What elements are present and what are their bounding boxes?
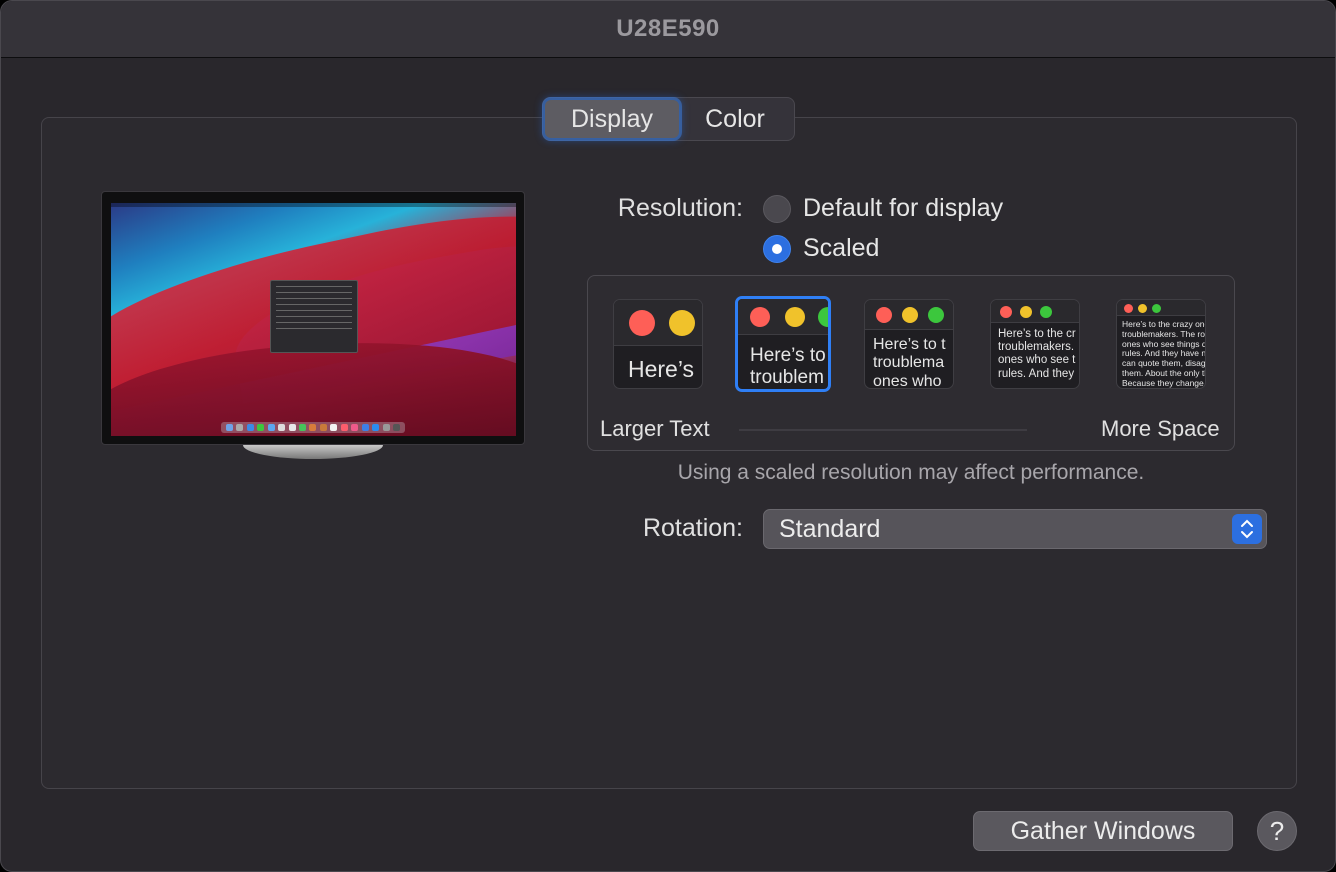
thumb-text: Here’s to troublem: [750, 345, 826, 388]
minimize-dot-icon: [669, 310, 695, 336]
scale-track: [739, 429, 1027, 431]
rotation-label: Rotation:: [642, 514, 743, 542]
close-dot-icon: [750, 307, 770, 327]
radio-default-for-display[interactable]: Default for display: [763, 194, 1003, 223]
close-dot-icon: [1000, 306, 1012, 318]
more-space-label: More Space: [1101, 416, 1220, 441]
zoom-dot-icon: [1152, 304, 1161, 313]
radio-label: Default for display: [803, 194, 1004, 222]
radio-scaled[interactable]: Scaled: [763, 234, 879, 263]
mini-dock: [221, 422, 405, 433]
minimize-dot-icon: [902, 307, 918, 323]
minimize-dot-icon: [1020, 306, 1032, 318]
minimize-dot-icon: [1138, 304, 1147, 313]
thumb-text: Here’s: [628, 356, 695, 382]
preferences-window: U28E590 Display Color Resolution: Defaul…: [0, 0, 1336, 872]
scaled-option-3[interactable]: Here’s to t troublema ones who: [864, 299, 954, 389]
zoom-dot-icon: [928, 307, 944, 323]
help-button[interactable]: ?: [1257, 811, 1297, 851]
radio-label: Scaled: [803, 234, 880, 262]
minimize-dot-icon: [785, 307, 805, 327]
gather-windows-button[interactable]: Gather Windows: [973, 811, 1233, 851]
larger-text-label: Larger Text: [600, 416, 710, 441]
resolution-label: Resolution:: [617, 194, 743, 222]
window-title: U28E590: [616, 15, 720, 42]
scaled-option-2-selected[interactable]: Here’s to troublem: [735, 296, 831, 392]
tab-display[interactable]: Display: [545, 100, 679, 138]
radio-button[interactable]: [763, 194, 791, 223]
thumb-text: Here’s to t troublema ones who: [873, 336, 946, 389]
close-dot-icon: [1124, 304, 1133, 313]
desktop-wallpaper: [111, 203, 516, 436]
rotation-value: Standard: [779, 514, 881, 543]
rotation-select[interactable]: Standard: [763, 509, 1267, 549]
mini-window: [270, 280, 358, 353]
tab-color[interactable]: Color: [679, 100, 791, 138]
zoom-dot-icon: [1040, 306, 1052, 318]
radio-button-selected[interactable]: [763, 234, 791, 263]
chevron-updown-icon[interactable]: [1232, 514, 1262, 544]
scaled-option-4[interactable]: Here’s to the cr troublemakers. ones who…: [990, 299, 1080, 389]
close-dot-icon: [876, 307, 892, 323]
title-bar[interactable]: U28E590: [1, 1, 1335, 58]
tab-bar: Display Color: [542, 97, 795, 141]
zoom-dot-icon: [818, 307, 828, 327]
thumb-text: Here’s to the cr troublemakers. ones who…: [998, 328, 1076, 380]
mini-menubar: [111, 203, 516, 207]
scaled-option-1[interactable]: Here’s: [613, 299, 703, 389]
thumb-text: Here’s to the crazy ones troublemakers. …: [1122, 320, 1206, 388]
close-dot-icon: [629, 310, 655, 336]
performance-note: Using a scaled resolution may affect per…: [677, 461, 1145, 484]
monitor-preview: [101, 191, 525, 445]
scaled-option-5[interactable]: Here’s to the crazy ones troublemakers. …: [1116, 299, 1206, 389]
